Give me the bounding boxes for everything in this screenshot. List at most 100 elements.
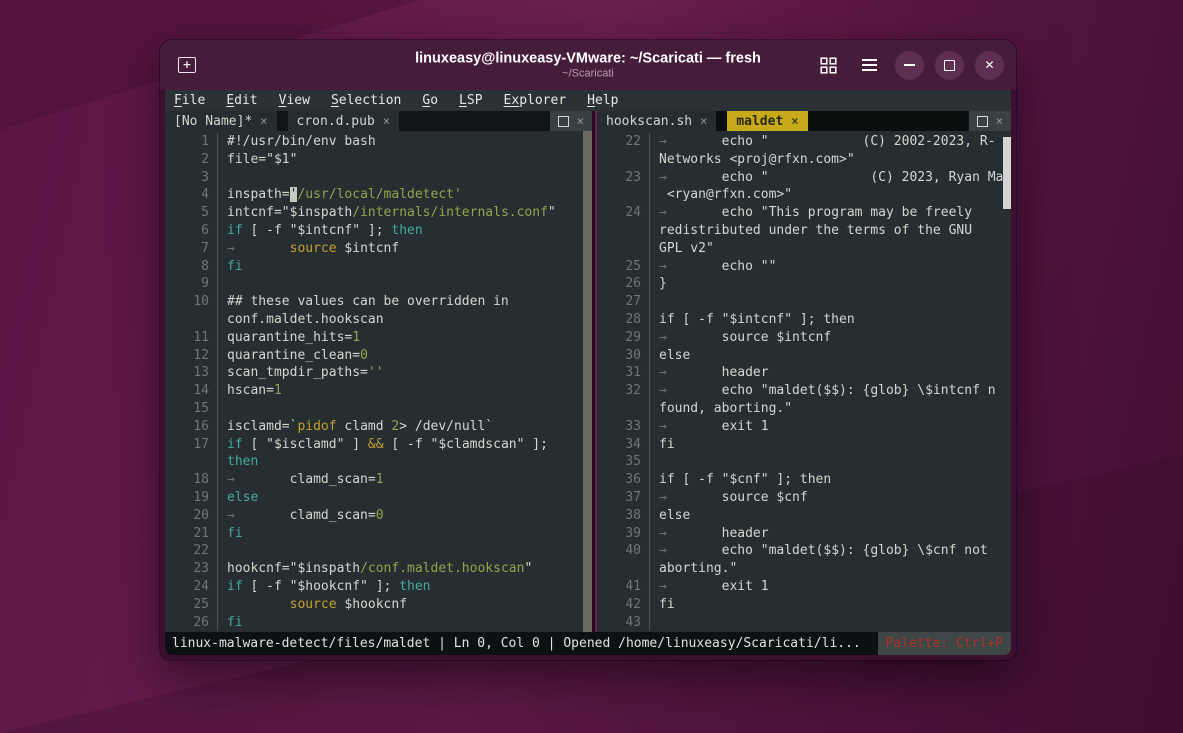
- tab-close-icon[interactable]: ×: [791, 114, 798, 128]
- menu-selection[interactable]: Selection: [331, 93, 401, 108]
- code-line: 13scan_tmpdir_paths='': [165, 364, 592, 382]
- line-number: 4: [165, 186, 217, 204]
- close-button[interactable]: ✕: [975, 51, 1004, 80]
- code-text: → clamd_scan=1: [218, 471, 384, 489]
- code-line: 35: [597, 453, 1011, 471]
- code-token: [235, 241, 290, 256]
- code-token: }: [659, 276, 667, 291]
- line-number: 29: [597, 329, 649, 347]
- maximize-icon: [944, 60, 955, 71]
- code-token: source $cnf: [667, 490, 808, 505]
- menu-button[interactable]: [854, 50, 884, 80]
- code-line: 15: [165, 400, 592, 418]
- line-number: [597, 560, 649, 578]
- code-line: 24→ echo "This program may be freely: [597, 204, 1011, 222]
- menu-help[interactable]: Help: [587, 93, 618, 108]
- code-token: intcnf="$inspath: [227, 205, 352, 220]
- tab-close-icon[interactable]: ×: [260, 114, 267, 128]
- code-text: file="$1": [218, 151, 297, 169]
- tab-close-icon[interactable]: ×: [383, 114, 390, 128]
- code-line: 29→ source $intcnf: [597, 329, 1011, 347]
- code-token: 1: [274, 383, 282, 398]
- code-line: 3: [165, 169, 592, 187]
- tab-no-name[interactable]: [No Name]*×: [165, 111, 277, 131]
- menu-edit[interactable]: Edit: [226, 93, 257, 108]
- code-text: fi: [650, 436, 675, 454]
- menu-go[interactable]: Go: [422, 93, 438, 108]
- code-token: if [ -f "$intcnf" ]; then: [659, 312, 855, 327]
- code-text: → source $intcnf: [218, 240, 399, 258]
- code-line: 4inspath='/usr/local/maldetect': [165, 186, 592, 204]
- code-text: else: [218, 489, 258, 507]
- code-token: if [ -f "$cnf" ]; then: [659, 472, 831, 487]
- code-token: →: [659, 526, 667, 541]
- code-line: conf.maldet.hookscan: [165, 311, 592, 329]
- titlebar[interactable]: + linuxeasy@linuxeasy-VMware: ~/Scaricat…: [160, 40, 1016, 90]
- maximize-pane-icon[interactable]: [977, 116, 988, 127]
- line-number: 31: [597, 364, 649, 382]
- code-token: found, aborting.": [659, 401, 792, 416]
- code-token: →: [227, 472, 235, 487]
- menu-file[interactable]: File: [174, 93, 205, 108]
- code-text: [650, 614, 659, 632]
- line-number: 28: [597, 311, 649, 329]
- code-text: if [ -f "$intcnf" ]; then: [218, 222, 423, 240]
- code-text: if [ -f "$intcnf" ]; then: [650, 311, 855, 329]
- code-text: <ryan@rfxn.com>": [650, 186, 792, 204]
- code-text: → exit 1: [650, 578, 769, 596]
- minimize-button[interactable]: [895, 51, 924, 80]
- code-token: echo " (C) 2002-2023, R-: [667, 134, 996, 149]
- code-text: → clamd_scan=0: [218, 507, 384, 525]
- line-number: 25: [597, 258, 649, 276]
- code-text: → source $cnf: [650, 489, 808, 507]
- tab-cron-d-pub[interactable]: cron.d.pub×: [288, 111, 400, 131]
- menu-explorer[interactable]: Explorer: [504, 93, 567, 108]
- line-number: 10: [165, 293, 217, 311]
- new-tab-icon: +: [178, 57, 196, 73]
- code-token: clamd: [337, 419, 392, 434]
- code-token: →: [659, 134, 667, 149]
- tab-close-icon[interactable]: ×: [700, 114, 707, 128]
- tab-maldet[interactable]: maldet×: [727, 111, 807, 131]
- tab-hookscan-sh[interactable]: hookscan.sh×: [597, 111, 716, 131]
- maximize-button[interactable]: [935, 51, 964, 80]
- code-text: aborting.": [650, 560, 737, 578]
- scrollbar-right[interactable]: [1003, 137, 1011, 209]
- close-pane-icon[interactable]: ×: [996, 115, 1003, 127]
- line-number: 9: [165, 275, 217, 293]
- code-line: 26fi: [165, 614, 592, 632]
- pane-corner-right: ×: [969, 111, 1011, 131]
- tabs-overview-button[interactable]: [813, 50, 843, 80]
- code-token: exit 1: [667, 419, 769, 434]
- code-text: hookcnf="$inspath/conf.maldet.hookscan": [218, 560, 532, 578]
- line-number: [597, 151, 649, 169]
- code-token: '': [368, 365, 384, 380]
- code-token: →: [659, 170, 667, 185]
- code-line: 23→ echo " (C) 2023, Ryan Ma: [597, 169, 1011, 187]
- code-token: echo "maldet($$): {glob} \$cnf not: [667, 543, 988, 558]
- code-token: source: [290, 597, 337, 612]
- code-token: clamd_scan=: [235, 472, 376, 487]
- pane-left: [No Name]*× cron.d.pub× × 1#!/usr/bin/env…: [165, 111, 592, 632]
- code-text: isclamd=`pidof clamd 2> /dev/null`: [218, 418, 493, 436]
- close-pane-icon[interactable]: ×: [577, 115, 584, 127]
- code-text: [218, 400, 227, 418]
- new-tab-button[interactable]: +: [172, 50, 202, 80]
- menu-view[interactable]: View: [279, 93, 310, 108]
- code-line: 34fi: [597, 436, 1011, 454]
- code-text: else: [650, 347, 690, 365]
- code-area-right[interactable]: 22→ echo " (C) 2002-2023, R-Networks <pr…: [597, 131, 1011, 632]
- code-line: 24if [ -f "$hookcnf" ]; then: [165, 578, 592, 596]
- scrollbar-left[interactable]: [583, 131, 592, 632]
- code-text: then: [218, 453, 258, 471]
- code-token: fi: [659, 597, 675, 612]
- close-icon: ✕: [984, 59, 994, 71]
- tabs-left: [No Name]*× cron.d.pub×: [165, 111, 410, 131]
- code-area-left[interactable]: 1#!/usr/bin/env bash2file="$1"34inspath=…: [165, 131, 592, 632]
- code-text: found, aborting.": [650, 400, 792, 418]
- titlebar-controls: ✕: [813, 50, 1004, 80]
- menu-lsp[interactable]: LSP: [459, 93, 482, 108]
- code-token: source: [290, 241, 337, 256]
- maximize-pane-icon[interactable]: [558, 116, 569, 127]
- code-line: 6if [ -f "$intcnf" ]; then: [165, 222, 592, 240]
